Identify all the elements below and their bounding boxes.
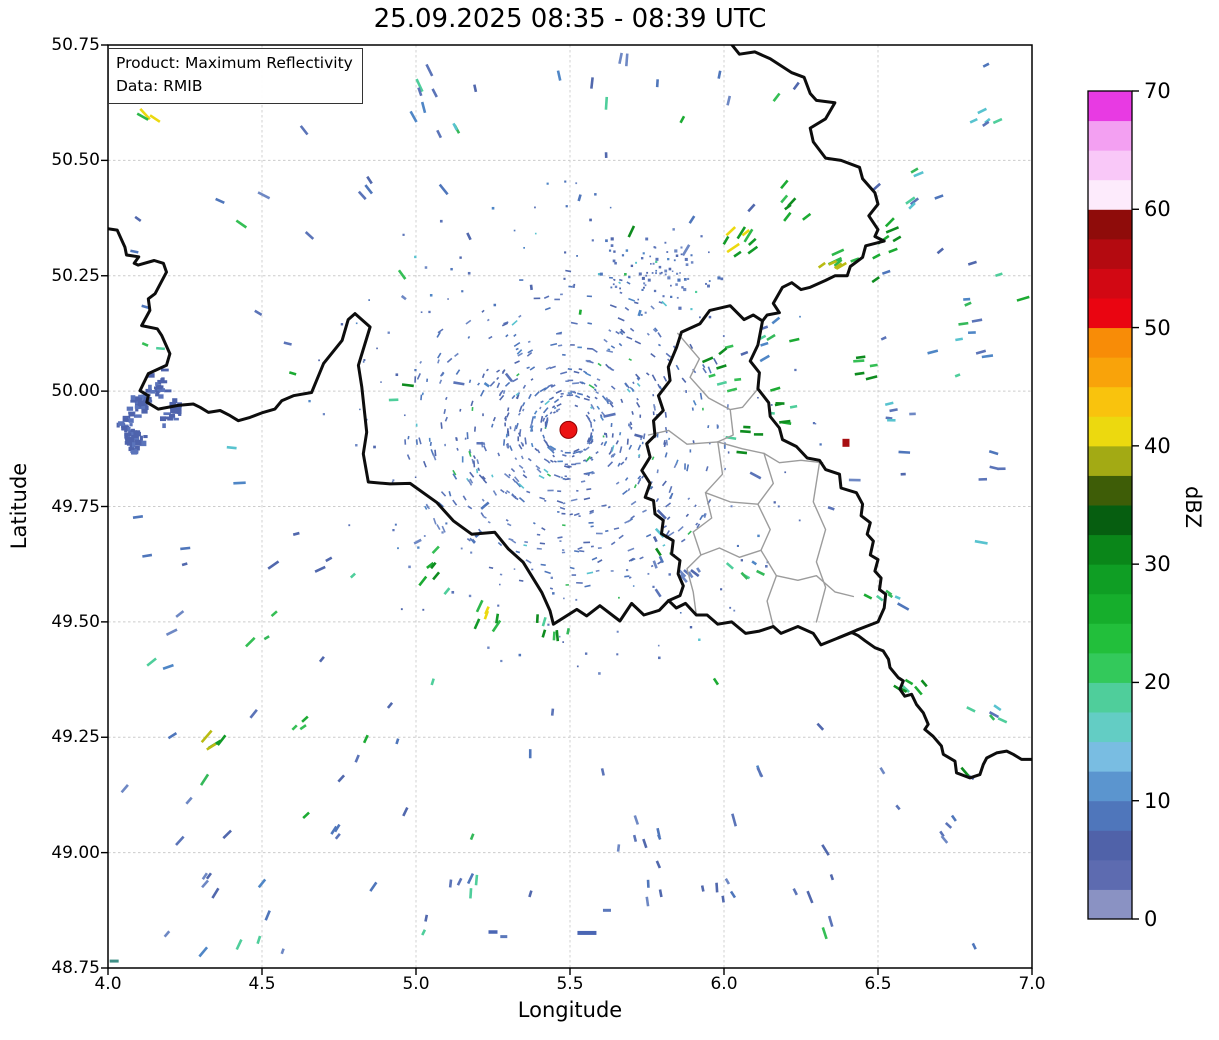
x-tick-label: 6.5 bbox=[864, 974, 892, 994]
x-tick-label: 4.5 bbox=[248, 974, 276, 994]
colorbar-tick-label: 70 bbox=[1144, 79, 1171, 103]
y-tick-label: 49.00 bbox=[51, 842, 100, 863]
x-axis-label: Longitude bbox=[517, 998, 623, 1022]
radar-echoes bbox=[109, 52, 1030, 963]
x-tick-label: 7.0 bbox=[1018, 974, 1046, 994]
border-belgium-germany bbox=[730, 45, 886, 323]
colorbar-tick-label: 10 bbox=[1144, 788, 1171, 813]
colorbar-tick-label: 20 bbox=[1144, 670, 1171, 695]
gridlines bbox=[107, 44, 1033, 969]
data-source-line: Data: RMIB bbox=[116, 77, 203, 96]
echo-south-dash-2 bbox=[500, 935, 508, 939]
colorbar-tick-label: 0 bbox=[1144, 907, 1158, 931]
colorbar-tick-label: 40 bbox=[1144, 433, 1171, 458]
echo-south-dash-1 bbox=[488, 930, 498, 934]
border-luxembourg-outline bbox=[640, 304, 888, 647]
colorbar-tick-label: 50 bbox=[1144, 315, 1171, 340]
border-france-belgium bbox=[108, 227, 671, 626]
y-tick-label: 48.75 bbox=[51, 958, 100, 978]
product-line: Product: Maximum Reflectivity bbox=[116, 54, 353, 72]
colorbar-tick-label: 60 bbox=[1144, 197, 1171, 222]
axis-ticks bbox=[101, 44, 1033, 975]
colorbar bbox=[1087, 90, 1139, 920]
y-tick-label: 49.50 bbox=[51, 611, 100, 632]
y-tick-label: 50.75 bbox=[51, 35, 100, 55]
product-info-box: Product: Maximum Reflectivity Data: RMIB bbox=[108, 48, 363, 104]
echo-max-dbz-cell bbox=[842, 438, 850, 447]
y-tick-label: 49.75 bbox=[51, 496, 100, 517]
y-tick-label: 50.00 bbox=[51, 381, 100, 402]
x-tick-label: 5.5 bbox=[556, 974, 584, 994]
echo-south-dash-3 bbox=[602, 908, 611, 912]
border-france-germany bbox=[836, 631, 1032, 780]
border-lux-canton-south bbox=[775, 575, 855, 598]
radar-figure: 25.09.2025 08:35 - 08:39 UTC Product: Ma… bbox=[0, 0, 1219, 1040]
border-lux-canton-grevenmacher bbox=[812, 462, 827, 623]
colorbar-tick-label: 30 bbox=[1144, 552, 1171, 577]
y-tick-label: 49.25 bbox=[51, 727, 100, 748]
x-tick-label: 5.0 bbox=[402, 974, 430, 994]
y-tick-label: 50.50 bbox=[51, 150, 100, 171]
figure-title: 25.09.2025 08:35 - 08:39 UTC bbox=[373, 4, 767, 34]
map-canvas bbox=[101, 44, 1139, 975]
border-lux-canton-west-vertical bbox=[686, 441, 724, 616]
echo-corner-teal-dash bbox=[109, 959, 119, 963]
border-lux-canton-east-vertical bbox=[757, 452, 778, 628]
colorbar-label: dBZ bbox=[1181, 485, 1205, 529]
radar-site-marker bbox=[559, 420, 578, 439]
y-tick-label: 50.25 bbox=[51, 265, 100, 286]
x-tick-label: 6.0 bbox=[710, 974, 738, 994]
border-lux-canton-cross-2 bbox=[700, 547, 762, 558]
echo-south-bar bbox=[577, 930, 597, 935]
border-lux-canton-cross-1 bbox=[704, 492, 759, 505]
